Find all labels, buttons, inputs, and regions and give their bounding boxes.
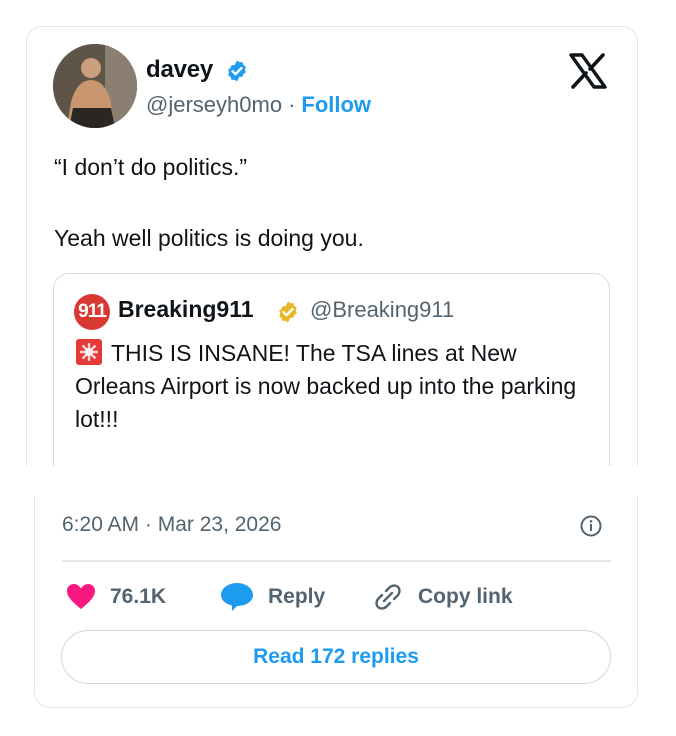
heart-icon bbox=[67, 584, 95, 609]
siren-emoji-icon bbox=[76, 339, 102, 365]
quoted-avatar[interactable]: 911 bbox=[74, 294, 110, 330]
read-replies-button[interactable]: Read 172 replies bbox=[61, 630, 611, 684]
author-name[interactable]: davey bbox=[146, 56, 213, 84]
follow-button[interactable]: Follow bbox=[301, 92, 371, 117]
tweet-text-line-2: Yeah well politics is doing you. bbox=[54, 225, 364, 251]
reply-label: Reply bbox=[268, 585, 326, 608]
verified-badge-icon bbox=[228, 60, 246, 82]
author-handle[interactable]: @jerseyh0mo bbox=[146, 92, 282, 117]
tweet-text-line-1: “I don’t do politics.” bbox=[54, 154, 248, 180]
divider bbox=[62, 560, 611, 562]
quoted-author-handle[interactable]: @Breaking911 bbox=[310, 297, 454, 323]
avatar[interactable] bbox=[53, 44, 137, 128]
quoted-text-block: THIS IS INSANE! The TSA lines at New Orl… bbox=[75, 337, 595, 436]
author-handle-row: @jerseyh0mo · Follow bbox=[146, 92, 371, 118]
gold-verified-badge-icon bbox=[279, 301, 297, 323]
reply-bubble-icon bbox=[221, 583, 253, 611]
x-logo-icon[interactable] bbox=[568, 53, 608, 89]
copy-link-button[interactable]: Copy link bbox=[372, 580, 513, 614]
info-icon[interactable] bbox=[579, 514, 603, 538]
tweet-timestamp[interactable]: 6:20 AM · Mar 23, 2026 bbox=[62, 513, 281, 537]
separator-dot: · bbox=[288, 92, 296, 117]
like-count: 76.1K bbox=[110, 585, 167, 608]
link-icon bbox=[375, 584, 401, 610]
quoted-author-name[interactable]: Breaking911 bbox=[118, 296, 254, 323]
like-button[interactable]: 76.1K bbox=[66, 580, 166, 614]
copy-link-label: Copy link bbox=[418, 585, 513, 608]
quoted-text: THIS IS INSANE! The TSA lines at New Orl… bbox=[75, 340, 577, 432]
reply-button[interactable]: Reply bbox=[220, 580, 325, 614]
